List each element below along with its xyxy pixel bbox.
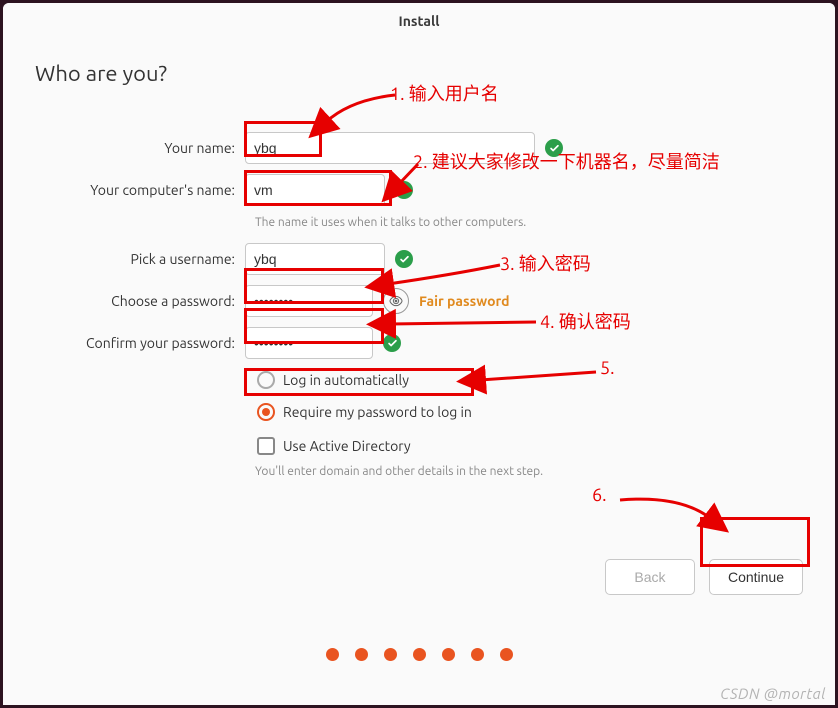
back-button[interactable]: Back	[605, 559, 695, 595]
footer-buttons: Back Continue	[605, 559, 803, 595]
confirm-password-input[interactable]	[245, 327, 373, 359]
label-confirm: Confirm your password:	[35, 335, 245, 351]
ad-hint: You'll enter domain and other details in…	[255, 465, 803, 478]
user-form: Your name: Your computer's name: The	[35, 130, 803, 484]
dot	[442, 648, 455, 661]
dot	[500, 648, 513, 661]
row-name: Your name:	[35, 130, 803, 166]
checkbox-active-directory[interactable]: Use Active Directory	[255, 431, 803, 457]
password-strength: Fair password	[419, 293, 510, 309]
content-area: Who are you? Your name: Your computer's …	[3, 39, 835, 705]
dot	[384, 648, 397, 661]
continue-button[interactable]: Continue	[709, 559, 803, 595]
dot	[413, 648, 426, 661]
computer-hint: The name it uses when it talks to other …	[255, 216, 803, 229]
radio-icon	[257, 371, 275, 389]
titlebar: Install	[3, 3, 835, 39]
radio-require-password[interactable]: Require my password to log in	[255, 399, 803, 425]
name-input[interactable]	[245, 132, 535, 164]
check-icon	[395, 181, 413, 199]
show-password-icon[interactable]	[383, 288, 409, 314]
label-computer: Your computer's name:	[35, 182, 245, 198]
password-input[interactable]	[245, 285, 373, 317]
radio-label: Log in automatically	[283, 372, 409, 388]
check-icon	[383, 334, 401, 352]
row-confirm: Confirm your password:	[35, 325, 803, 361]
install-window: Install Who are you? Your name: Your com…	[3, 3, 835, 705]
check-icon	[395, 250, 413, 268]
label-name: Your name:	[35, 140, 245, 156]
check-icon	[545, 139, 563, 157]
label-username: Pick a username:	[35, 251, 245, 267]
dot	[471, 648, 484, 661]
row-computer: Your computer's name:	[35, 172, 803, 208]
checkbox-label: Use Active Directory	[283, 438, 411, 454]
row-username: Pick a username:	[35, 241, 803, 277]
dot	[355, 648, 368, 661]
progress-dots	[3, 648, 835, 661]
label-password: Choose a password:	[35, 293, 245, 309]
row-password: Choose a password: Fair password	[35, 283, 803, 319]
radio-icon	[257, 403, 275, 421]
checkbox-icon	[257, 437, 275, 455]
window-title: Install	[399, 13, 440, 29]
dot	[326, 648, 339, 661]
radio-label: Require my password to log in	[283, 404, 472, 420]
page-title: Who are you?	[35, 61, 803, 86]
radio-login-auto[interactable]: Log in automatically	[255, 367, 803, 393]
computer-name-input[interactable]	[245, 174, 385, 206]
username-input[interactable]	[245, 243, 385, 275]
